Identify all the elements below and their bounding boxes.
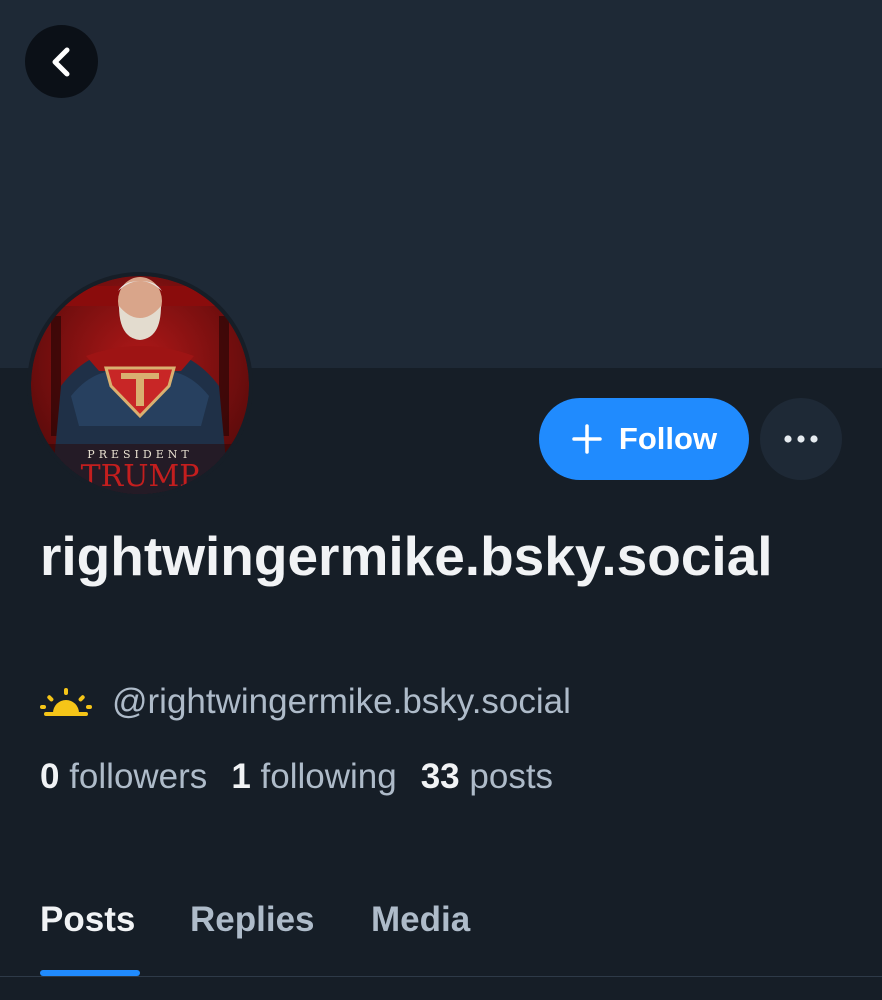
- following-label: following: [260, 757, 397, 796]
- followers-stat[interactable]: 0 followers: [40, 757, 207, 797]
- avatar-image: PRESIDENT TRUMP: [31, 276, 249, 494]
- following-count: 1: [231, 757, 251, 796]
- posts-label: posts: [469, 757, 554, 796]
- tab-replies[interactable]: Replies: [190, 900, 315, 940]
- follow-button[interactable]: Follow: [539, 398, 749, 480]
- plus-icon: [572, 424, 602, 454]
- ellipsis-icon: [784, 435, 818, 443]
- followers-label: followers: [69, 757, 208, 796]
- active-tab-indicator: [40, 970, 140, 976]
- chevron-left-icon: [52, 47, 69, 76]
- followers-count: 0: [40, 757, 60, 796]
- posts-count: 33: [420, 757, 460, 796]
- tab-media[interactable]: Media: [371, 900, 470, 940]
- more-options-button[interactable]: [760, 398, 842, 480]
- profile-tabs: Posts Replies Media: [0, 880, 882, 977]
- profile-stats: 0 followers 1 following 33 posts: [40, 757, 553, 797]
- follow-button-label: Follow: [618, 421, 718, 456]
- following-stat[interactable]: 1 following: [231, 757, 396, 797]
- display-name: rightwingermike.bsky.social: [40, 525, 773, 587]
- posts-stat: 33 posts: [421, 757, 553, 797]
- tab-posts[interactable]: Posts: [40, 900, 135, 940]
- handle-row: @rightwingermike.bsky.social: [40, 680, 571, 724]
- avatar[interactable]: PRESIDENT TRUMP: [27, 272, 253, 498]
- sunrise-icon: [40, 688, 92, 716]
- svg-text:TRUMP: TRUMP: [81, 459, 200, 494]
- profile-handle: @rightwingermike.bsky.social: [112, 682, 571, 721]
- back-button[interactable]: [25, 25, 98, 98]
